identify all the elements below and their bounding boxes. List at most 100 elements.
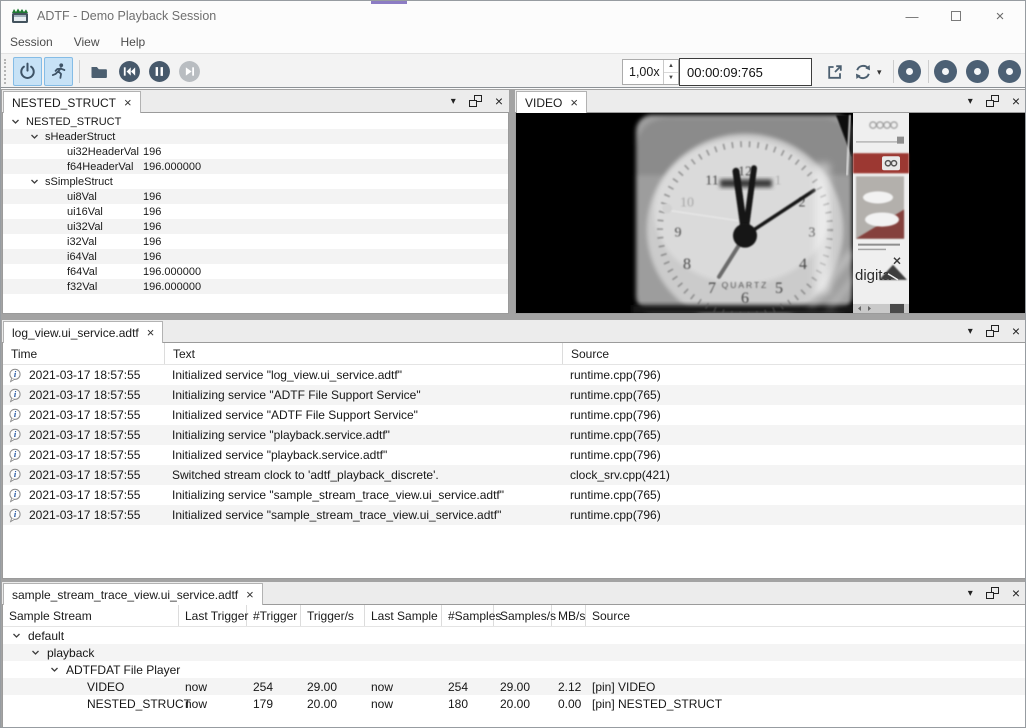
tab-log-view[interactable]: log_view.ui_service.adtf × (3, 321, 163, 343)
trace-row[interactable]: default (3, 627, 1025, 644)
tab-close-icon[interactable]: × (147, 326, 155, 339)
log-row[interactable]: i2021-03-17 18:57:55 Initialized service… (3, 505, 1025, 525)
trace-row[interactable]: VIDEO now 254 29.00 now 254 29.00 2.12 [… (3, 678, 1025, 695)
open-file-button[interactable] (84, 57, 113, 86)
column-header-sample-stream[interactable]: Sample Stream (3, 605, 179, 626)
skip-to-start-button[interactable] (115, 57, 144, 86)
toolbar-grip[interactable] (4, 59, 6, 84)
tree-row[interactable]: ui8Val 196 (3, 189, 508, 204)
tree-row[interactable]: f64HeaderVal 196.000000 (3, 159, 508, 174)
column-header-trigger-per-s[interactable]: Trigger/s (301, 605, 365, 626)
chevron-down-icon[interactable] (12, 631, 21, 640)
column-header-source[interactable]: Source (563, 343, 1025, 364)
trace-row[interactable]: playback (3, 644, 1025, 661)
loop-playback-button[interactable] (848, 57, 877, 86)
log-text: Initialized service "log_view.ui_service… (165, 368, 563, 382)
speed-spin-arrows: ▲ ▼ (663, 60, 678, 84)
menu-session[interactable]: Session (10, 35, 53, 49)
log-time: 2021-03-17 18:57:55 (29, 368, 140, 382)
marker-button-3[interactable] (966, 60, 989, 83)
column-header-samples-per-s[interactable]: Samples/s (494, 605, 552, 626)
maximize-button[interactable] (939, 1, 973, 31)
tree-item-label: sHeaderStruct (45, 131, 115, 143)
power-toggle-button[interactable] (13, 57, 42, 86)
column-header-mb-per-s[interactable]: MB/s (552, 605, 586, 626)
tab-video[interactable]: VIDEO × (516, 91, 587, 113)
column-header-last-trigger[interactable]: Last Trigger (179, 605, 247, 626)
log-row[interactable]: i2021-03-17 18:57:55 Initializing servic… (3, 425, 1025, 445)
tree-row[interactable]: sSimpleStruct (3, 174, 508, 189)
panel-float-button[interactable] (986, 587, 999, 599)
chevron-down-icon[interactable] (50, 665, 59, 674)
tab-nested-struct[interactable]: NESTED_STRUCT × (3, 91, 141, 113)
close-button[interactable]: × (983, 1, 1017, 31)
menu-view[interactable]: View (74, 35, 100, 49)
clock-number: 8 (683, 256, 691, 273)
log-source: runtime.cpp(796) (563, 448, 1025, 462)
menu-help[interactable]: Help (121, 35, 146, 49)
minimize-icon: — (906, 9, 919, 24)
panel-menu-button[interactable]: ▾ (451, 96, 456, 107)
tab-stream-trace[interactable]: sample_stream_trace_view.ui_service.adtf… (3, 583, 263, 605)
panel-close-button[interactable]: × (1012, 94, 1020, 108)
log-text: Initializing service "playback.service.a… (165, 428, 563, 442)
loop-dropdown-button[interactable]: ▾ (877, 67, 882, 78)
panel-float-button[interactable] (986, 325, 999, 337)
panel-close-button[interactable]: × (495, 94, 503, 108)
speed-spinbox[interactable]: 1,00x ▲ ▼ (622, 59, 679, 85)
step-forward-icon (178, 60, 201, 83)
column-header-time[interactable]: Time (3, 343, 165, 364)
log-row[interactable]: i2021-03-17 18:57:55 Initializing servic… (3, 385, 1025, 405)
tree-row[interactable]: sHeaderStruct (3, 129, 508, 144)
log-row[interactable]: i2021-03-17 18:57:55 Initialized service… (3, 405, 1025, 425)
panel-menu-button[interactable]: ▾ (968, 588, 973, 599)
log-row[interactable]: i2021-03-17 18:57:55 Switched stream clo… (3, 465, 1025, 485)
panel-menu-button[interactable]: ▾ (968, 96, 973, 107)
column-header-num-samples[interactable]: #Samples (442, 605, 494, 626)
time-field[interactable]: 00:00:09:765 (679, 58, 812, 86)
spin-up-button[interactable]: ▲ (664, 60, 678, 73)
tree-row[interactable]: ui16Val 196 (3, 204, 508, 219)
tree-row[interactable]: i32Val 196 (3, 234, 508, 249)
chevron-down-icon[interactable] (30, 132, 39, 141)
chevron-down-icon[interactable] (11, 117, 20, 126)
chevron-down-icon[interactable] (30, 177, 39, 186)
pause-button[interactable] (145, 57, 174, 86)
trace-row[interactable]: ADTFDAT File Player (3, 661, 1025, 678)
minimize-button[interactable]: — (895, 1, 929, 31)
marker-button-2[interactable] (934, 60, 957, 83)
tree-row[interactable]: NESTED_STRUCT (3, 114, 508, 129)
tree-row[interactable]: i64Val 196 (3, 249, 508, 264)
tree-row[interactable]: f64Val 196.000000 (3, 264, 508, 279)
run-toggle-button[interactable] (44, 57, 73, 86)
log-row[interactable]: i2021-03-17 18:57:55 Initializing servic… (3, 485, 1025, 505)
tree-row[interactable]: ui32Val 196 (3, 219, 508, 234)
tab-label: log_view.ui_service.adtf (12, 326, 139, 340)
log-row[interactable]: i2021-03-17 18:57:55 Initialized service… (3, 365, 1025, 385)
tab-close-icon[interactable]: × (246, 588, 254, 601)
detach-view-button[interactable] (820, 57, 849, 86)
chevron-down-icon[interactable] (31, 648, 40, 657)
panel-float-button[interactable] (986, 95, 999, 107)
panel-float-button[interactable] (469, 95, 482, 107)
tree-row[interactable]: f32Val 196.000000 (3, 279, 508, 294)
speed-value[interactable]: 1,00x (623, 60, 663, 84)
spin-down-button[interactable]: ▼ (664, 73, 678, 85)
column-header-num-trigger[interactable]: #Trigger (247, 605, 301, 626)
panel-close-button[interactable]: × (1012, 324, 1020, 338)
step-forward-button[interactable] (175, 57, 204, 86)
panel-menu-button[interactable]: ▾ (968, 326, 973, 337)
column-header-last-sample[interactable]: Last Sample (365, 605, 442, 626)
marker-button-1[interactable] (898, 60, 921, 83)
log-time: 2021-03-17 18:57:55 (29, 488, 140, 502)
panel-close-button[interactable]: × (1012, 586, 1020, 600)
power-icon (18, 62, 37, 81)
tab-close-icon[interactable]: × (124, 96, 132, 109)
tree-row[interactable]: ui32HeaderVal 196 (3, 144, 508, 159)
tab-close-icon[interactable]: × (570, 96, 578, 109)
marker-button-4[interactable] (998, 60, 1021, 83)
trace-row[interactable]: NESTED_STRUCT now 179 20.00 now 180 20.0… (3, 695, 1025, 712)
column-header-text[interactable]: Text (165, 343, 563, 364)
column-header-source[interactable]: Source (586, 605, 1025, 626)
log-row[interactable]: i2021-03-17 18:57:55 Initialized service… (3, 445, 1025, 465)
